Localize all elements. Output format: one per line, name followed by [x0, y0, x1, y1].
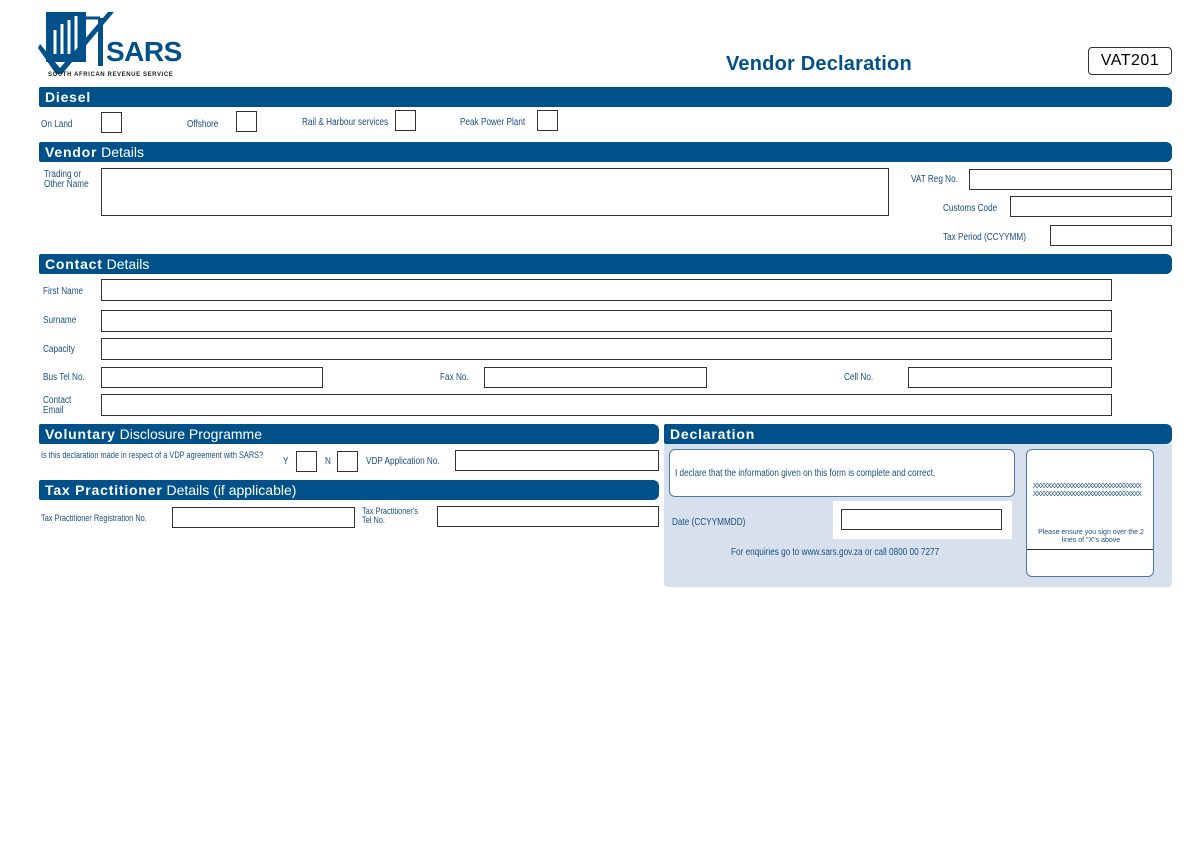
diesel-option-label: On Land	[41, 119, 73, 130]
checkbox-offshore[interactable]	[236, 111, 257, 132]
surname-label: Surname	[43, 315, 77, 326]
trading-name-input[interactable]	[101, 168, 889, 216]
tax-practitioner-heading-bold: Tax Practitioner	[45, 482, 163, 498]
email-label: Contact Email	[43, 395, 72, 416]
bus-tel-input[interactable]	[101, 367, 323, 388]
section-header-declaration: Declaration	[664, 424, 1172, 444]
contact-heading-light: Details	[106, 256, 150, 272]
vdp-heading-light: Disclosure Programme	[119, 426, 262, 442]
capacity-input[interactable]	[101, 338, 1112, 360]
cell-input[interactable]	[908, 367, 1112, 388]
declaration-date-input[interactable]	[841, 509, 1002, 530]
sars-logo: SARS SOUTH AFRICAN REVENUE SERVICE	[38, 10, 183, 82]
declaration-heading: Declaration	[670, 426, 756, 442]
declaration-statement: I declare that the information given on …	[675, 468, 936, 479]
tax-practitioner-tel-input[interactable]	[437, 506, 659, 527]
checkbox-vdp-no[interactable]	[337, 451, 358, 472]
logo-subtitle: SOUTH AFRICAN REVENUE SERVICE	[48, 72, 174, 78]
section-header-diesel: Diesel	[39, 87, 1172, 107]
checkbox-vdp-yes[interactable]	[296, 451, 317, 472]
capacity-label: Capacity	[43, 344, 75, 355]
declaration-date-label: Date (CCYYMMDD)	[672, 517, 746, 528]
vdp-app-no-input[interactable]	[455, 450, 659, 471]
diesel-option-label: Offshore	[187, 119, 219, 130]
vendor-heading-bold: Vendor	[45, 144, 98, 160]
signature-x-line-2: XXXXXXXXXXXXXXXXXXXXXXXXXXXXXXX	[1033, 491, 1142, 498]
email-input[interactable]	[101, 394, 1112, 416]
form-code-badge: VAT201	[1088, 47, 1172, 75]
contact-heading-bold: Contact	[45, 256, 103, 272]
diesel-heading: Diesel	[45, 89, 92, 105]
tax-practitioner-reg-input[interactable]	[172, 507, 355, 528]
signature-underline	[1027, 549, 1153, 550]
tax-period-label: Tax Period (CCYYMM)	[943, 232, 1026, 243]
section-header-vendor: Vendor Details	[39, 142, 1172, 162]
signature-box[interactable]: XXXXXXXXXXXXXXXXXXXXXXXXXXXXXXX XXXXXXXX…	[1026, 449, 1154, 577]
logo-name: SARS	[106, 36, 182, 67]
vdp-no-label: N	[325, 456, 331, 467]
cell-label: Cell No.	[844, 372, 874, 383]
fax-label: Fax No.	[440, 372, 469, 383]
vat-reg-input[interactable]	[969, 169, 1172, 190]
diesel-option-label: Rail & Harbour services	[302, 117, 389, 128]
vat-reg-label: VAT Reg No.	[911, 174, 958, 185]
vdp-yes-label: Y	[283, 456, 289, 467]
trading-name-label: Trading or Other Name	[44, 169, 89, 190]
signature-x-line-1: XXXXXXXXXXXXXXXXXXXXXXXXXXXXXXX	[1033, 483, 1142, 490]
vdp-question: Is this declaration made in respect of a…	[41, 450, 264, 460]
vendor-heading-light: Details	[101, 144, 144, 160]
page-title: Vendor Declaration	[726, 53, 912, 75]
bus-tel-label: Bus Tel No.	[43, 372, 85, 383]
surname-input[interactable]	[101, 310, 1112, 332]
fax-input[interactable]	[484, 367, 707, 388]
enquiries-text: For enquiries go to www.sars.gov.za or c…	[731, 547, 940, 558]
first-name-label: First Name	[43, 286, 84, 297]
customs-code-label: Customs Code	[943, 203, 998, 214]
vdp-heading-bold: Voluntary	[45, 426, 116, 442]
tax-practitioner-reg-label: Tax Practitioner Registration No.	[41, 513, 147, 523]
checkbox-peak-power-plant[interactable]	[537, 110, 558, 131]
diesel-option-label: Peak Power Plant	[460, 117, 526, 128]
section-header-contact: Contact Details	[39, 254, 1172, 274]
tax-practitioner-heading-light: Details (if applicable)	[166, 482, 297, 498]
declaration-statement-box: I declare that the information given on …	[669, 449, 1015, 497]
tax-period-input[interactable]	[1050, 225, 1172, 246]
vdp-app-no-label: VDP Application No.	[366, 456, 440, 467]
checkbox-rail-harbour[interactable]	[395, 110, 416, 131]
customs-code-input[interactable]	[1010, 196, 1172, 217]
signature-note: Please ensure you sign over the 2 lines …	[1038, 529, 1144, 544]
section-header-tax-practitioner: Tax Practitioner Details (if applicable)	[39, 480, 659, 500]
tax-practitioner-tel-label: Tax Practitioner's Tel No.	[362, 506, 418, 525]
section-header-vdp: Voluntary Disclosure Programme	[39, 424, 659, 444]
first-name-input[interactable]	[101, 279, 1112, 301]
checkbox-on-land[interactable]	[101, 112, 122, 133]
